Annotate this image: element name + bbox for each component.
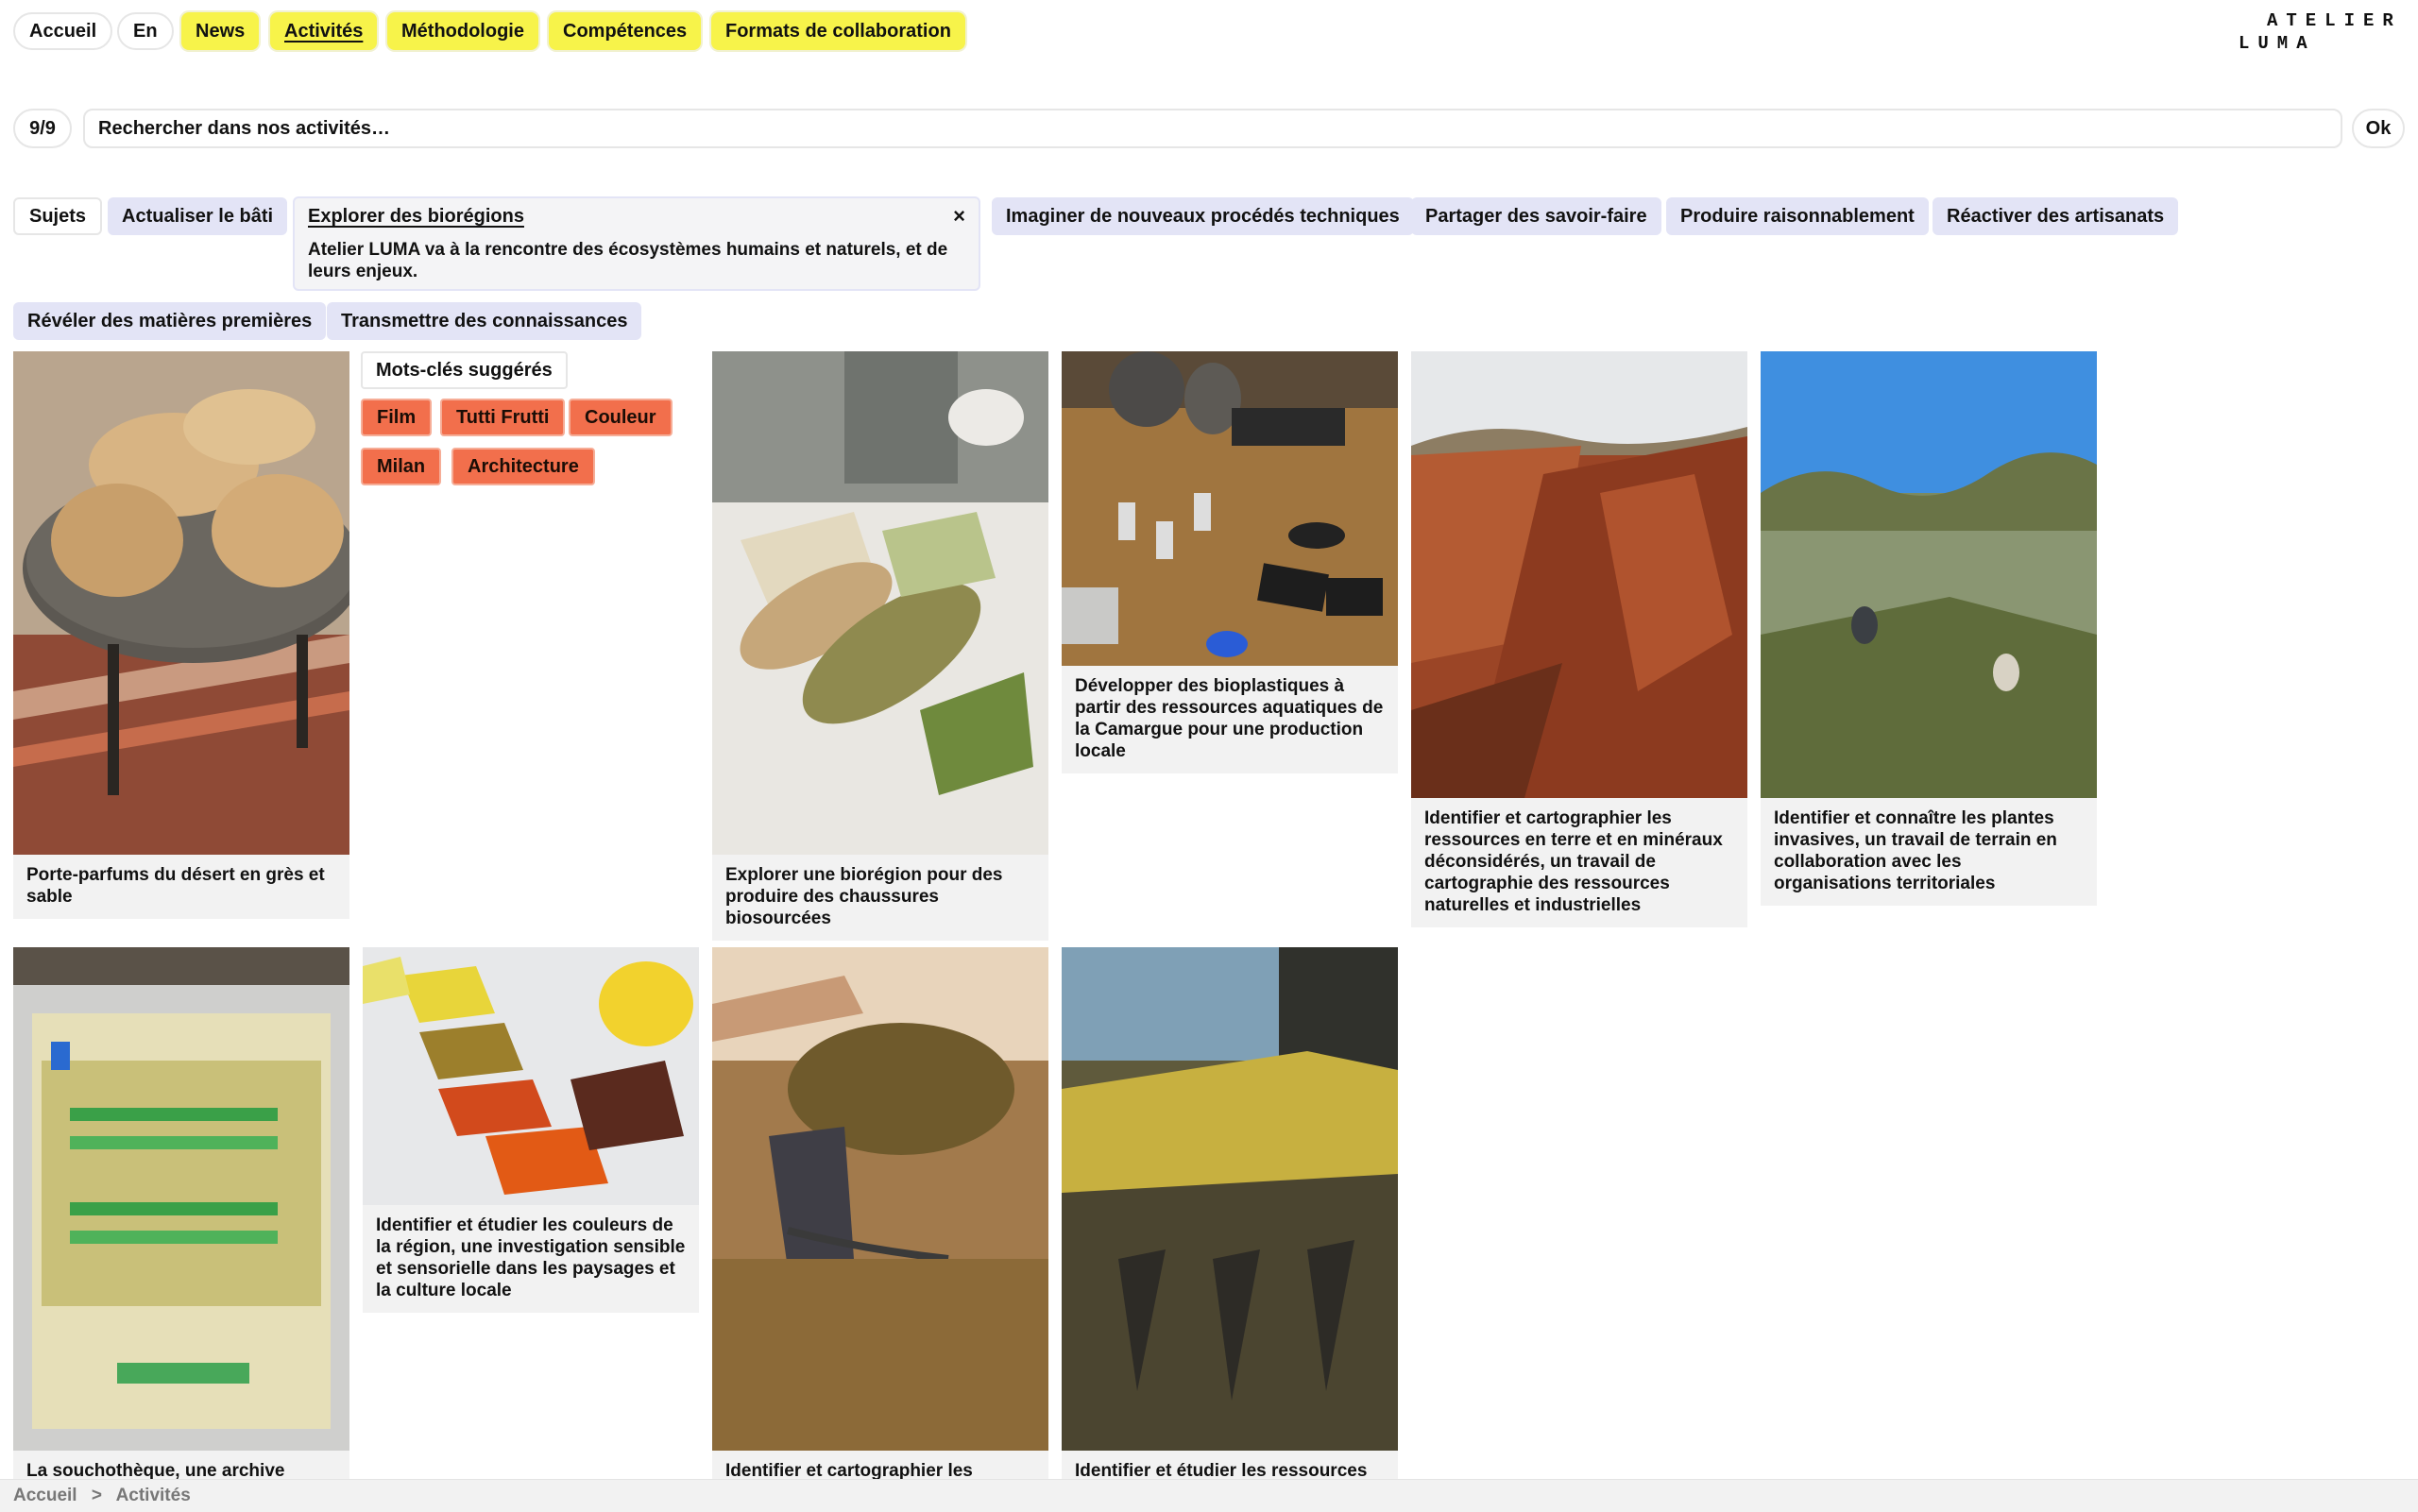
activity-card[interactable]: Porte-parfums du désert en grès et sable — [13, 351, 349, 919]
subject-reactiver-artisanats[interactable]: Réactiver des artisanats — [1933, 197, 2179, 235]
harvester-photo — [1062, 947, 1398, 1451]
red-earth-photo — [1411, 351, 1747, 798]
subject-explorer-des-bioregions-title[interactable]: Explorer des biorégions — [308, 206, 965, 228]
nav-methodology[interactable]: Méthodologie — [387, 12, 538, 50]
breadcrumb-home[interactable]: Accueil — [13, 1486, 77, 1505]
lab-table-photo — [1062, 351, 1398, 666]
logo-line-1: ATELIER — [2267, 10, 2402, 31]
woven-shoes-photo — [712, 351, 1048, 855]
activity-card[interactable]: Développer des bioplastiques à partir de… — [1062, 351, 1398, 773]
keyword-tutti-frutti[interactable]: Tutti Frutti — [440, 399, 566, 436]
activity-card[interactable]: Identifier et cartographier les ressourc… — [1411, 351, 1747, 927]
subject-actualiser-le-bati[interactable]: Actualiser le bâti — [108, 197, 288, 235]
subject-description: Atelier LUMA va à la rencontre des écosy… — [308, 240, 948, 281]
nav-home[interactable]: Accueil — [13, 12, 113, 50]
search-input[interactable] — [83, 109, 2342, 148]
atelier-luma-logo[interactable]: ATELIER LUMA — [2239, 9, 2402, 55]
activity-caption[interactable]: Explorer une biorégion pour des produire… — [712, 855, 1048, 941]
subject-produire-raisonnablement[interactable]: Produire raisonnablement — [1666, 197, 1929, 235]
breadcrumb-separator: > — [91, 1486, 102, 1505]
nav-news[interactable]: News — [181, 12, 260, 50]
color-swatches-photo — [363, 947, 699, 1205]
activity-card[interactable]: Identifier et cartographier les — [712, 947, 1048, 1493]
suggested-keywords-label: Mots-clés suggérés — [361, 351, 568, 389]
activity-card[interactable]: Identifier et connaître les plantes inva… — [1761, 351, 2097, 906]
activity-caption[interactable]: Identifier et étudier les couleurs de la… — [363, 1205, 699, 1313]
activity-caption[interactable]: Développer des bioplastiques à partir de… — [1062, 666, 1398, 773]
nav-activities[interactable]: Activités — [270, 12, 378, 50]
nav-skills[interactable]: Compétences — [549, 12, 702, 50]
wetland-photo — [1761, 351, 2097, 798]
breadcrumb-current: Activités — [115, 1486, 191, 1505]
close-icon[interactable]: × — [953, 204, 965, 229]
activity-card[interactable]: Explorer une biorégion pour des produire… — [712, 351, 1048, 941]
wooden-dishes-photo — [13, 351, 349, 855]
activity-card[interactable]: Identifier et étudier les couleurs de la… — [363, 947, 699, 1313]
result-count: 9/9 — [13, 109, 72, 148]
activity-card[interactable]: Identifier et étudier les ressources — [1062, 947, 1398, 1493]
logo-line-2: LUMA — [2239, 33, 2316, 54]
activity-caption[interactable]: Identifier et cartographier les ressourc… — [1411, 798, 1747, 927]
subject-transmettre-connaissances[interactable]: Transmettre des connaissances — [327, 302, 642, 340]
activity-card[interactable]: La souchothèque, une archive — [13, 947, 349, 1493]
nav-language[interactable]: En — [117, 12, 174, 50]
activity-caption[interactable]: Identifier et connaître les plantes inva… — [1761, 798, 2097, 906]
subject-explorer-des-bioregions-expanded[interactable]: Explorer des biorégions × Atelier LUMA v… — [293, 196, 980, 291]
activity-caption[interactable]: Porte-parfums du désert en grès et sable — [13, 855, 349, 919]
reed-harvest-photo — [712, 947, 1048, 1451]
keyword-milan[interactable]: Milan — [361, 448, 442, 485]
nav-collaboration[interactable]: Formats de collaboration — [711, 12, 965, 50]
subject-partager-savoir-faire[interactable]: Partager des savoir-faire — [1411, 197, 1661, 235]
keyword-couleur[interactable]: Couleur — [569, 399, 673, 436]
keyword-film[interactable]: Film — [361, 399, 433, 436]
keyword-architecture[interactable]: Architecture — [451, 448, 595, 485]
search-ok-button[interactable]: Ok — [2352, 109, 2405, 148]
subject-reveler-matieres[interactable]: Révéler des matières premières — [13, 302, 327, 340]
incubator-photo — [13, 947, 349, 1451]
subjects-label: Sujets — [13, 197, 103, 235]
breadcrumb: Accueil > Activités — [0, 1479, 2418, 1512]
subject-imaginer-procedes[interactable]: Imaginer de nouveaux procédés techniques — [992, 197, 1414, 235]
